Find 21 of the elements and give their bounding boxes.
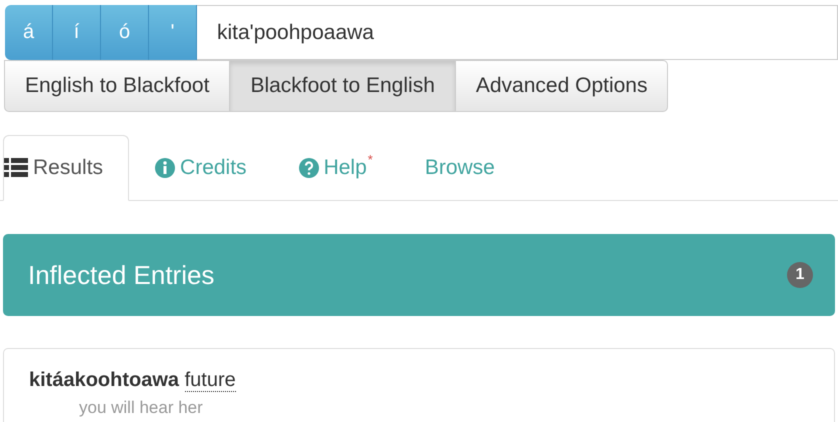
search-field[interactable]: kita'poohpoaawa <box>197 5 838 60</box>
new-marker: * <box>368 152 373 167</box>
help-icon <box>298 158 319 178</box>
tab[interactable]: Browse <box>398 135 521 201</box>
mode-button[interactable]: Blackfoot to English <box>229 60 456 112</box>
info-icon <box>155 158 176 178</box>
entry-gloss: you will hear her <box>79 398 204 418</box>
accent-key[interactable]: ó <box>101 5 149 60</box>
count-badge: 1 <box>787 262 813 288</box>
tab[interactable]: Credits <box>129 135 273 201</box>
accent-key[interactable]: ' <box>149 5 197 60</box>
accent-key[interactable]: í <box>53 5 101 60</box>
mode-button[interactable]: English to Blackfoot <box>4 60 230 112</box>
panel-title: Inflected Entries <box>28 260 214 290</box>
tab[interactable]: Help* <box>272 135 399 201</box>
list-icon <box>4 158 28 178</box>
mode-button[interactable]: Advanced Options <box>454 60 668 112</box>
accent-key[interactable]: á <box>5 5 53 60</box>
tense-tag: future <box>184 369 236 392</box>
entry-word: kitáakoohtoawa <box>29 369 180 391</box>
tab[interactable]: Results <box>3 135 130 201</box>
